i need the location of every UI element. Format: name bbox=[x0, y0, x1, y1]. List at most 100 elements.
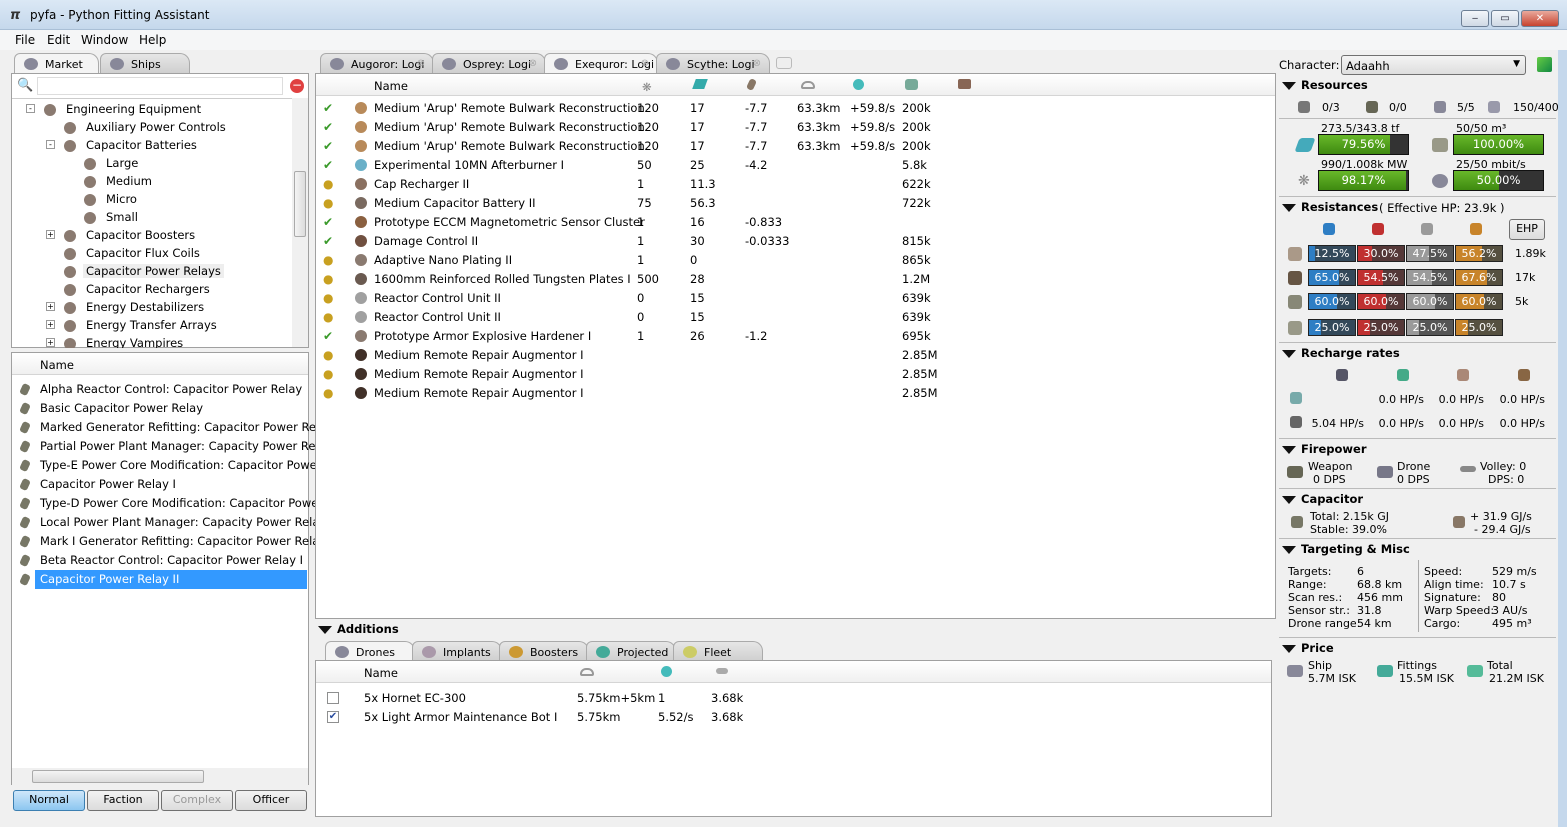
drone-active-checkbox[interactable] bbox=[327, 692, 339, 704]
module-row[interactable]: ✔ Prototype ECCM Magnetometric Sensor Clu… bbox=[316, 213, 1275, 232]
tree-node[interactable]: Medium bbox=[12, 173, 292, 192]
menu-edit[interactable]: Edit bbox=[47, 33, 70, 47]
close-button[interactable]: ✕ bbox=[1521, 10, 1559, 27]
tab-ships[interactable]: Ships bbox=[100, 53, 190, 73]
module-row[interactable]: ● Adaptive Nano Plating II 1 0 865k bbox=[316, 251, 1275, 270]
module-online-icon[interactable]: ● bbox=[323, 177, 333, 191]
market-item[interactable]: Alpha Reactor Control: Capacitor Power R… bbox=[12, 380, 308, 399]
tree-node[interactable]: Capacitor Flux Coils bbox=[12, 245, 292, 264]
fit-tab[interactable]: Augoror: Logi ⊗ bbox=[320, 53, 434, 73]
module-online-icon[interactable]: ● bbox=[323, 348, 333, 362]
module-active-icon[interactable]: ✔ bbox=[323, 139, 333, 153]
market-item[interactable]: Capacitor Power Relay I bbox=[12, 475, 308, 494]
horizontal-scrollbar[interactable] bbox=[12, 768, 308, 785]
additions-tab[interactable]: Fleet bbox=[673, 641, 763, 661]
market-item[interactable]: Mark I Generator Refitting: Capacitor Po… bbox=[12, 532, 315, 551]
additions-tab[interactable]: Implants bbox=[412, 641, 502, 661]
tab-market[interactable]: Market bbox=[14, 53, 99, 73]
clear-search-icon[interactable]: − bbox=[290, 79, 304, 93]
meta-normal-button[interactable]: Normal bbox=[13, 790, 85, 811]
tree-node[interactable]: Large bbox=[12, 155, 292, 174]
tree-node[interactable]: + Energy Transfer Arrays bbox=[12, 317, 292, 336]
module-row[interactable]: ● Medium Remote Repair Augmentor I 2.85M bbox=[316, 346, 1275, 365]
module-row[interactable]: ✔ Damage Control II 1 30 -0.0333 815k bbox=[316, 232, 1275, 251]
module-row[interactable]: ● Reactor Control Unit II 0 15 639k bbox=[316, 289, 1275, 308]
tree-node[interactable]: + Energy Vampires bbox=[12, 335, 292, 348]
meta-complex-button[interactable]: Complex bbox=[161, 790, 233, 811]
close-tab-icon[interactable]: ⊗ bbox=[529, 58, 537, 69]
meta-officer-button[interactable]: Officer bbox=[235, 790, 307, 811]
module-active-icon[interactable]: ✔ bbox=[323, 329, 333, 343]
market-item[interactable]: Basic Capacitor Power Relay bbox=[12, 399, 308, 418]
resources-section-toggle[interactable]: Resources bbox=[1282, 78, 1368, 92]
expand-icon[interactable]: + bbox=[46, 320, 55, 329]
tree-scrollbar[interactable] bbox=[292, 98, 308, 347]
menu-window[interactable]: Window bbox=[81, 33, 128, 47]
repair-column-icon[interactable] bbox=[853, 79, 864, 90]
module-online-icon[interactable]: ● bbox=[323, 196, 333, 210]
tree-node[interactable]: - Engineering Equipment bbox=[12, 101, 292, 120]
module-online-icon[interactable]: ● bbox=[323, 386, 333, 400]
market-item[interactable]: Beta Reactor Control: Capacitor Power Re… bbox=[12, 551, 308, 570]
expand-icon[interactable]: + bbox=[46, 230, 55, 239]
module-row[interactable]: ● Medium Capacitor Battery II 75 56.3 722k bbox=[316, 194, 1275, 213]
module-active-icon[interactable]: ✔ bbox=[323, 101, 333, 115]
module-online-icon[interactable]: ● bbox=[323, 253, 333, 267]
module-online-icon[interactable]: ● bbox=[323, 291, 333, 305]
market-item[interactable]: Type-D Power Core Modification: Capacito… bbox=[12, 494, 315, 513]
market-item[interactable]: Marked Generator Refitting: Capacitor Po… bbox=[12, 418, 315, 437]
maximize-button[interactable]: ▭ bbox=[1491, 10, 1519, 27]
additions-section-toggle[interactable]: Additions bbox=[318, 622, 399, 636]
character-editor-icon[interactable] bbox=[1537, 57, 1552, 72]
tree-node[interactable]: - Capacitor Batteries bbox=[12, 137, 292, 156]
capacitor-section-toggle[interactable]: Capacitor bbox=[1282, 492, 1363, 506]
tree-node[interactable]: + Capacitor Boosters bbox=[12, 227, 292, 246]
additions-tab[interactable]: Projected bbox=[586, 641, 676, 661]
module-row[interactable]: ✔ Prototype Armor Explosive Hardener I 1 26… bbox=[316, 327, 1275, 346]
fit-tab[interactable]: Scythe: Logi ⊗ bbox=[656, 53, 770, 73]
expand-icon[interactable]: + bbox=[46, 302, 55, 311]
tree-node[interactable]: Capacitor Power Relays bbox=[12, 263, 292, 282]
fit-tab[interactable]: Osprey: Logi ⊗ bbox=[432, 53, 546, 73]
module-row[interactable]: ✔ Medium 'Arup' Remote Bulwark Reconstruc… bbox=[316, 137, 1275, 156]
scroll-thumb[interactable] bbox=[294, 171, 306, 237]
module-active-icon[interactable]: ✔ bbox=[323, 158, 333, 172]
tree-node[interactable]: Auxiliary Power Controls bbox=[12, 119, 292, 138]
market-item[interactable]: Capacitor Power Relay II bbox=[12, 570, 308, 589]
module-row[interactable]: ✔ Medium 'Arup' Remote Bulwark Reconstruc… bbox=[316, 118, 1275, 137]
character-select[interactable]: Adaahh ▼ bbox=[1341, 55, 1526, 75]
tree-node[interactable]: Capacitor Rechargers bbox=[12, 281, 292, 300]
tree-node[interactable]: Small bbox=[12, 209, 292, 228]
tree-node[interactable]: + Energy Destabilizers bbox=[12, 299, 292, 318]
additions-tab[interactable]: Boosters bbox=[499, 641, 589, 661]
powergrid-column-icon[interactable] bbox=[692, 79, 708, 89]
firepower-section-toggle[interactable]: Firepower bbox=[1282, 442, 1367, 456]
module-active-icon[interactable]: ✔ bbox=[323, 120, 333, 134]
tree-node[interactable]: Micro bbox=[12, 191, 292, 210]
new-tab-icon[interactable] bbox=[776, 57, 792, 69]
module-row[interactable]: ✔ Experimental 10MN Afterburner I 50 25 -4.2… bbox=[316, 156, 1275, 175]
ehp-toggle-button[interactable]: EHP bbox=[1509, 219, 1545, 240]
module-row[interactable]: ● 1600mm Reinforced Rolled Tungsten Plate… bbox=[316, 270, 1275, 289]
market-item[interactable]: Partial Power Plant Manager: Capacity Po… bbox=[12, 437, 315, 456]
targeting-section-toggle[interactable]: Targeting & Misc bbox=[1282, 542, 1410, 556]
module-active-icon[interactable]: ✔ bbox=[323, 215, 333, 229]
name-column-header[interactable]: Name bbox=[374, 79, 408, 93]
recharge-section-toggle[interactable]: Recharge rates bbox=[1282, 346, 1400, 360]
menu-file[interactable]: File bbox=[15, 33, 35, 47]
price-section-toggle[interactable]: Price bbox=[1282, 641, 1334, 655]
drone-row[interactable]: ✔ 5x Light Armor Maintenance Bot I 5.75km 5… bbox=[316, 708, 1271, 727]
close-tab-icon[interactable]: ⊗ bbox=[753, 58, 761, 69]
scroll-thumb[interactable] bbox=[32, 770, 204, 783]
module-online-icon[interactable]: ● bbox=[323, 310, 333, 324]
module-online-icon[interactable]: ● bbox=[323, 272, 333, 286]
name-column-header[interactable]: Name bbox=[40, 358, 74, 372]
minimize-button[interactable]: ‒ bbox=[1461, 10, 1489, 27]
drone-row[interactable]: 5x Hornet EC-300 5.75km+5km 1 3.68k bbox=[316, 689, 1271, 708]
module-row[interactable]: ● Cap Recharger II 1 11.3 622k bbox=[316, 175, 1275, 194]
meta-faction-button[interactable]: Faction bbox=[87, 790, 159, 811]
close-tab-icon[interactable]: ⊗ bbox=[417, 58, 425, 69]
close-tab-icon[interactable]: ⊗ bbox=[641, 58, 649, 69]
capacitor-column-icon[interactable] bbox=[746, 78, 757, 91]
collapse-icon[interactable]: - bbox=[26, 104, 35, 113]
